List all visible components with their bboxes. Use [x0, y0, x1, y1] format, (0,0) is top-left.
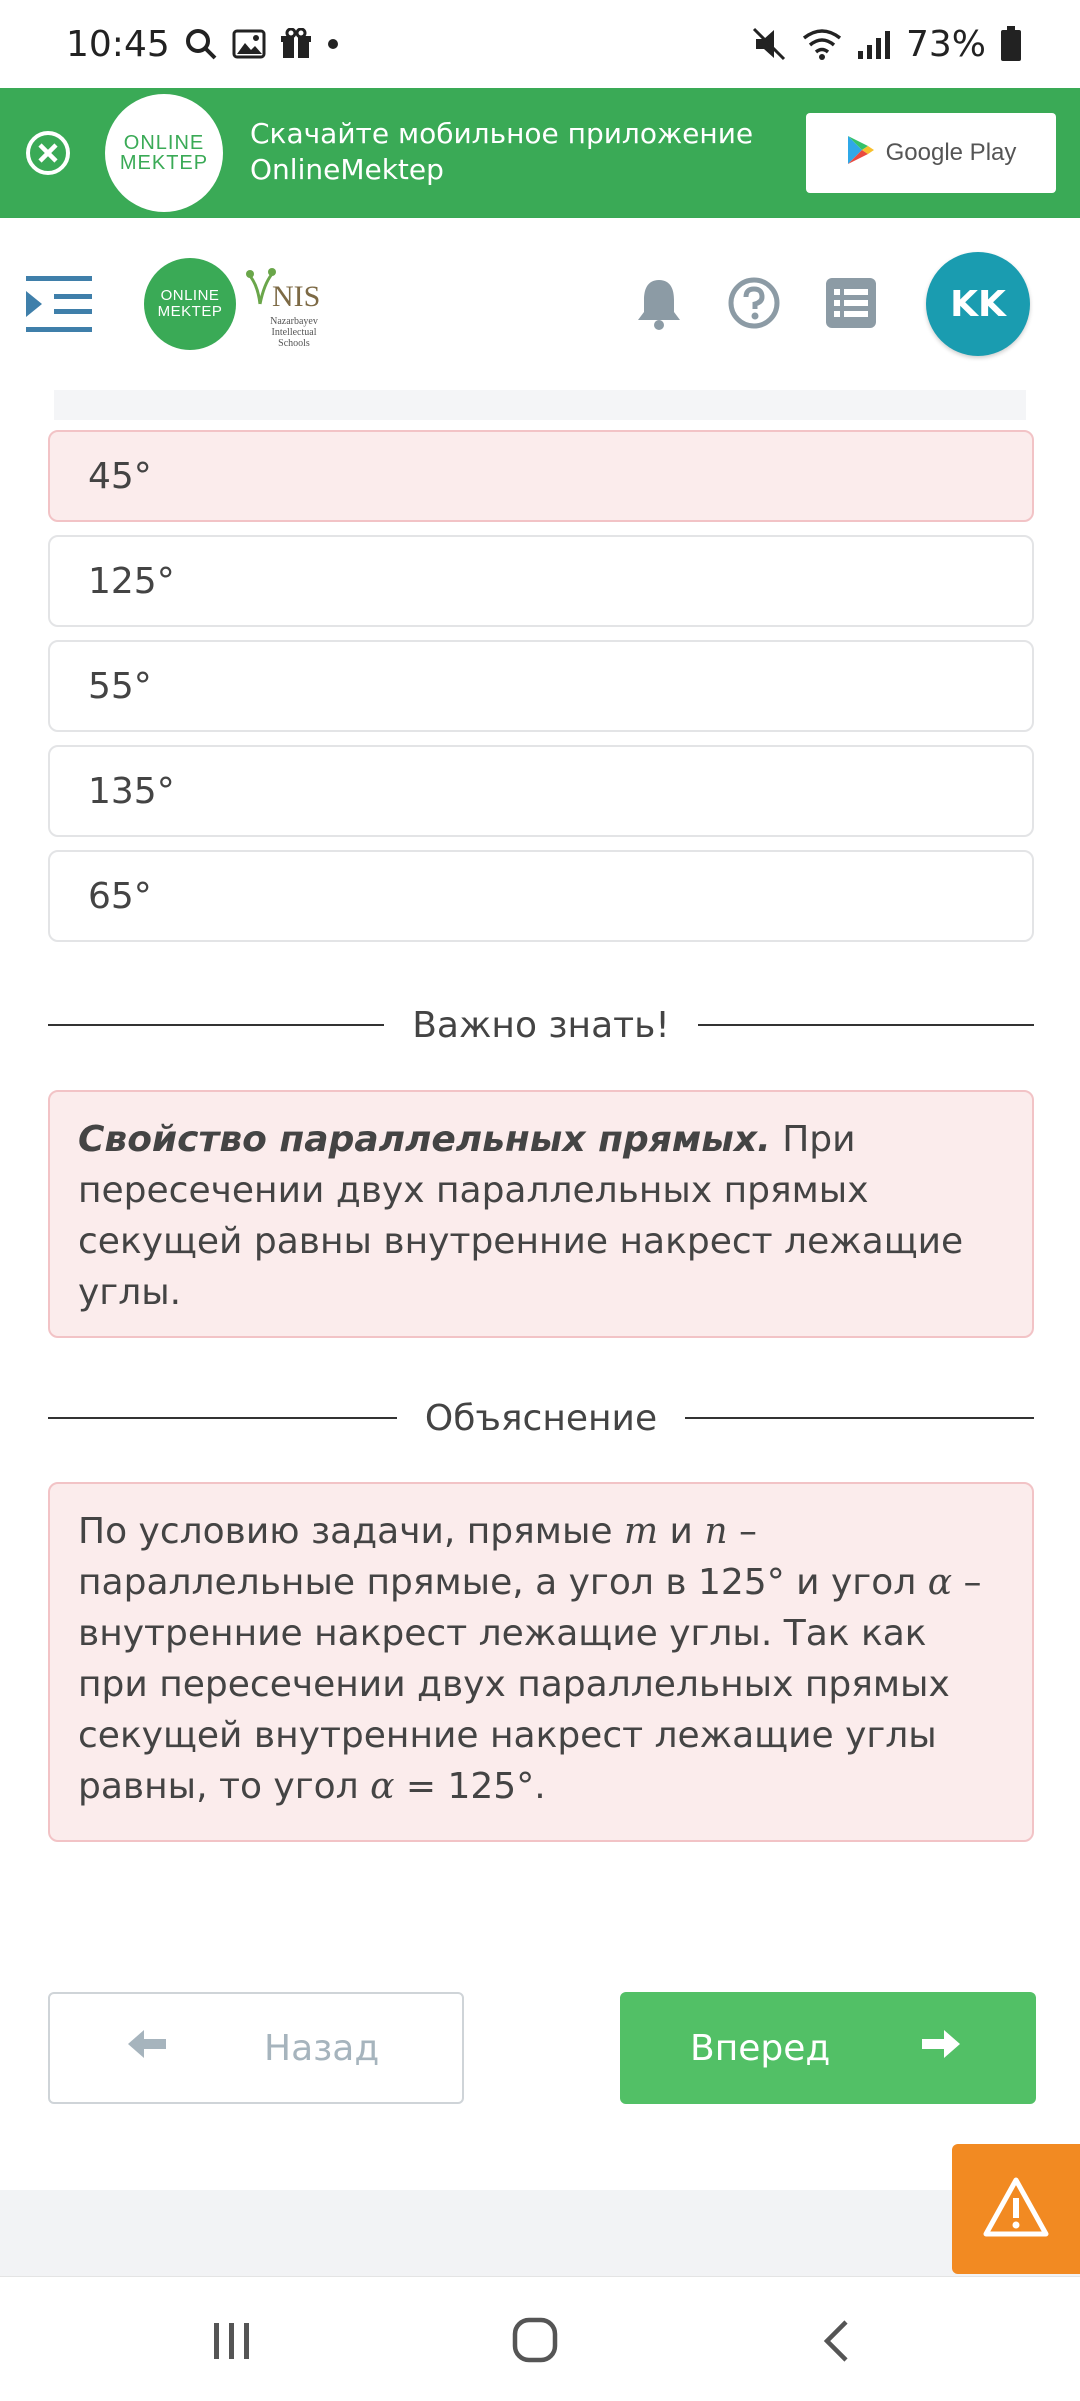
important-divider: Важно знать! — [48, 1003, 1034, 1047]
logo-text-line2: MEKTEP — [157, 303, 223, 320]
google-play-label: Google Play — [885, 139, 1017, 166]
google-play-button[interactable]: Google Play — [806, 113, 1056, 193]
gift-icon — [280, 28, 312, 60]
banner-line1: Скачайте мобильное приложение — [250, 117, 754, 150]
answer-option-text: 135° — [88, 770, 175, 812]
home-icon[interactable] — [512, 2317, 558, 2367]
list-icon[interactable] — [824, 276, 878, 334]
recent-apps-icon[interactable] — [212, 2321, 252, 2365]
status-time: 10:45 — [66, 23, 170, 65]
menu-toggle-icon[interactable] — [26, 274, 92, 338]
nis-subtitle: Nazarbayev Intellectual Schools — [270, 316, 318, 349]
variable-m: m — [623, 1511, 659, 1552]
arrow-left-icon — [128, 2028, 168, 2069]
answer-option-text: 65° — [88, 875, 152, 917]
bell-icon[interactable] — [634, 276, 684, 334]
logo-text-line2: MEKTEP — [119, 152, 209, 174]
explanation-note: По условию задачи, прямые m и n – паралл… — [48, 1482, 1034, 1842]
help-icon[interactable] — [728, 276, 780, 334]
app-header: ONLINE MEKTEP NIS Nazarbayev Intellectua… — [0, 218, 1080, 390]
system-navigation-bar — [0, 2276, 1080, 2401]
back-button-label: Назад — [264, 2027, 380, 2069]
banner-message: Скачайте мобильное приложение OnlineMekt… — [250, 116, 753, 188]
explanation-divider: Объяснение — [48, 1396, 1035, 1440]
gallery-icon — [232, 29, 266, 59]
important-note: Свойство параллельных прямых. При пересе… — [48, 1090, 1034, 1338]
user-avatar[interactable]: KK — [926, 252, 1030, 356]
task-card: 45° 125° 55° 135° 65° Важно знать! Свойс… — [0, 390, 1080, 2190]
nis-title: NIS — [272, 280, 321, 313]
battery-percentage: 73% — [905, 23, 986, 65]
google-play-icon — [846, 134, 876, 173]
answer-option-text: 55° — [88, 665, 152, 707]
battery-icon — [1000, 26, 1022, 62]
answer-option-text: 45° — [88, 455, 152, 497]
answer-option-5[interactable]: 65° — [48, 850, 1034, 942]
arrow-right-icon — [920, 2028, 961, 2069]
status-bar: 10:45 73% — [0, 0, 1080, 88]
banner-close-icon[interactable] — [24, 129, 72, 177]
answer-option-3[interactable]: 55° — [48, 640, 1034, 732]
answer-option-1[interactable]: 45° — [48, 430, 1034, 522]
app-download-banner: ONLINE MEKTEP Скачайте мобильное приложе… — [0, 88, 1080, 218]
card-top-strip — [54, 390, 1026, 420]
variable-alpha: α — [927, 1562, 952, 1603]
warning-icon — [982, 2176, 1050, 2242]
explanation-text-1: По условию задачи, прямые — [78, 1511, 624, 1552]
mute-icon — [752, 27, 788, 61]
search-icon — [184, 27, 218, 61]
notification-dot-icon — [326, 37, 340, 51]
back-nav-icon[interactable] — [822, 2319, 850, 2367]
explanation-text-2: и — [658, 1511, 705, 1552]
important-heading: Важно знать! — [412, 1004, 670, 1046]
answer-option-2[interactable]: 125° — [48, 535, 1034, 627]
logo-text-line1: ONLINE — [160, 287, 220, 304]
signal-icon — [856, 29, 892, 59]
variable-n: n — [704, 1511, 728, 1552]
answer-option-4[interactable]: 135° — [48, 745, 1034, 837]
back-button[interactable]: Назад — [48, 1992, 464, 2104]
onlinemektep-banner-logo: ONLINE MEKTEP — [105, 94, 223, 212]
next-button-label: Вперед — [690, 2027, 831, 2069]
nis-logo: NIS Nazarbayev Intellectual Schools — [244, 262, 324, 350]
variable-alpha: α — [370, 1766, 395, 1807]
answer-option-text: 125° — [88, 560, 175, 602]
logo-text-line1: ONLINE — [123, 132, 205, 154]
next-button[interactable]: Вперед — [620, 1992, 1036, 2104]
explanation-heading: Объяснение — [424, 1397, 658, 1439]
explanation-text-5: = 125°. — [394, 1766, 546, 1807]
wifi-icon — [802, 28, 842, 60]
report-problem-button[interactable] — [952, 2144, 1080, 2274]
onlinemektep-logo[interactable]: ONLINE MEKTEP — [144, 258, 236, 350]
important-bold-text: Свойство параллельных прямых. — [78, 1119, 771, 1160]
banner-line2: OnlineMektep — [250, 153, 444, 186]
